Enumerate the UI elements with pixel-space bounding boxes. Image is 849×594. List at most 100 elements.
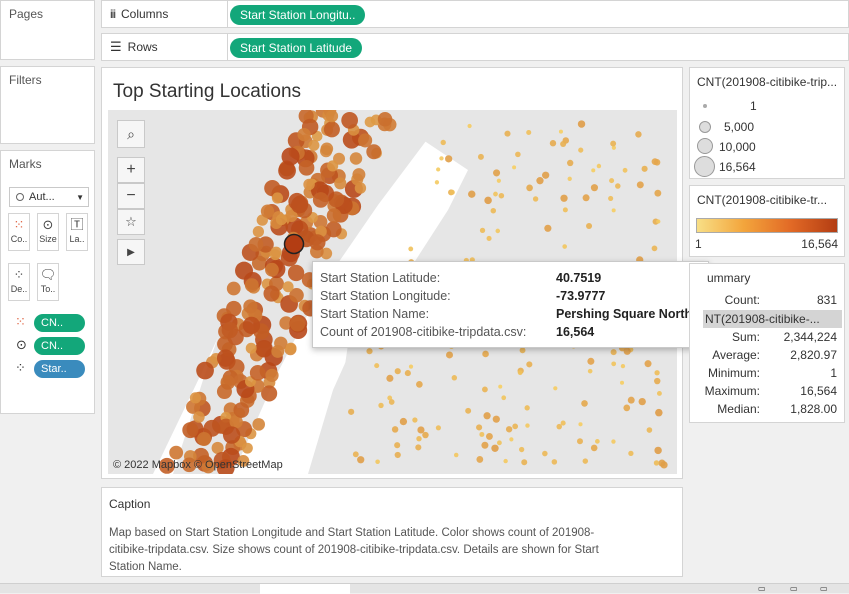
station-dot[interactable] [326,208,342,223]
station-dot[interactable] [492,415,500,423]
station-dot[interactable] [623,404,631,412]
station-dot[interactable] [309,234,326,251]
station-dot[interactable] [386,374,394,382]
label-button[interactable]: 🅃 La.. [66,213,88,251]
size-field-pill[interactable]: CN.. [34,337,85,355]
station-dot[interactable] [486,235,492,241]
station-dot[interactable] [394,368,401,375]
station-dot[interactable] [482,386,488,393]
station-dot[interactable] [654,377,661,385]
station-dot[interactable] [504,130,511,137]
station-dot[interactable] [556,423,562,430]
station-dot[interactable] [216,349,235,367]
station-dot[interactable] [275,213,288,226]
station-dot[interactable] [641,165,648,172]
station-dot[interactable] [408,364,414,369]
station-dot[interactable] [378,402,384,409]
station-dot[interactable] [542,171,550,179]
station-dot[interactable] [287,264,305,282]
station-dot[interactable] [244,278,259,293]
tooltip-button[interactable]: 🗨 To.. [37,263,59,301]
station-dot[interactable] [553,386,558,391]
station-dot[interactable] [517,370,523,376]
station-dot[interactable] [467,123,472,129]
station-dot[interactable] [248,237,264,252]
station-dot[interactable] [590,184,599,192]
station-dot[interactable] [644,360,652,368]
station-dot[interactable] [491,444,499,452]
station-dot[interactable] [493,191,498,197]
station-dot[interactable] [439,156,444,161]
station-dot[interactable] [341,111,358,129]
station-dot[interactable] [653,460,660,466]
station-dot[interactable] [656,219,661,224]
station-dot[interactable] [265,262,279,277]
station-dot[interactable] [404,370,411,377]
station-dot[interactable] [484,196,492,205]
station-dot[interactable] [628,450,634,456]
sheet-nav-icon[interactable]: ▭ [790,584,798,593]
station-dot[interactable] [221,322,238,339]
station-dot[interactable] [496,178,501,183]
station-dot[interactable] [394,442,401,449]
rows-pill[interactable]: Start Station Latitude [230,38,363,58]
station-dot[interactable] [581,400,588,407]
station-dot[interactable] [271,344,285,358]
station-dot[interactable] [453,452,459,458]
selected-station-dot[interactable] [283,233,305,255]
detail-field-pill[interactable]: Star.. [34,360,85,378]
station-dot[interactable] [242,316,261,335]
station-dot[interactable] [312,192,329,208]
station-dot[interactable] [627,396,635,404]
station-dot[interactable] [560,194,568,202]
station-dot[interactable] [233,402,250,418]
station-dot[interactable] [567,176,572,181]
station-dot[interactable] [503,458,508,464]
station-dot[interactable] [182,422,199,439]
station-dot[interactable] [436,167,441,172]
station-dot[interactable] [408,246,414,252]
station-dot[interactable] [270,246,282,258]
station-dot[interactable] [498,384,503,389]
station-dot[interactable] [542,450,548,457]
station-dot[interactable] [551,459,558,465]
filters-card[interactable]: Filters [0,66,95,144]
station-dot[interactable] [536,177,544,185]
station-dot[interactable] [498,192,505,199]
station-dot[interactable] [558,129,563,134]
station-dot[interactable] [479,431,485,437]
station-dot[interactable] [501,395,507,401]
station-dot[interactable] [609,178,615,184]
station-dot[interactable] [544,224,552,232]
map-search-button[interactable]: ⌕ [117,120,145,148]
station-dot[interactable] [197,431,212,447]
station-dot[interactable] [654,189,662,197]
sheet-nav-icon[interactable]: ▭ [820,584,828,593]
station-dot[interactable] [496,440,502,446]
detail-button[interactable]: ⁘ De.. [8,263,30,301]
station-dot[interactable] [622,167,628,173]
station-dot[interactable] [255,339,273,358]
station-dot[interactable] [189,392,202,404]
station-dot[interactable] [587,357,595,365]
station-dot[interactable] [578,147,584,153]
station-dot[interactable] [512,165,517,170]
station-dot[interactable] [485,432,493,440]
station-dot[interactable] [656,390,662,396]
station-dot[interactable] [320,142,334,156]
station-dot[interactable] [222,426,241,444]
station-dot[interactable] [490,207,497,214]
station-dot[interactable] [610,349,617,356]
station-dot[interactable] [334,177,347,190]
station-dot[interactable] [493,169,501,177]
station-dot[interactable] [582,458,589,464]
station-dot[interactable] [303,178,315,191]
station-dot[interactable] [562,207,568,213]
station-dot[interactable] [526,184,533,192]
station-dot[interactable] [655,408,663,417]
station-dot[interactable] [265,368,279,383]
station-dot[interactable] [479,227,486,234]
station-dot[interactable] [325,221,342,238]
station-dot[interactable] [196,361,214,380]
station-dot[interactable] [435,425,441,431]
